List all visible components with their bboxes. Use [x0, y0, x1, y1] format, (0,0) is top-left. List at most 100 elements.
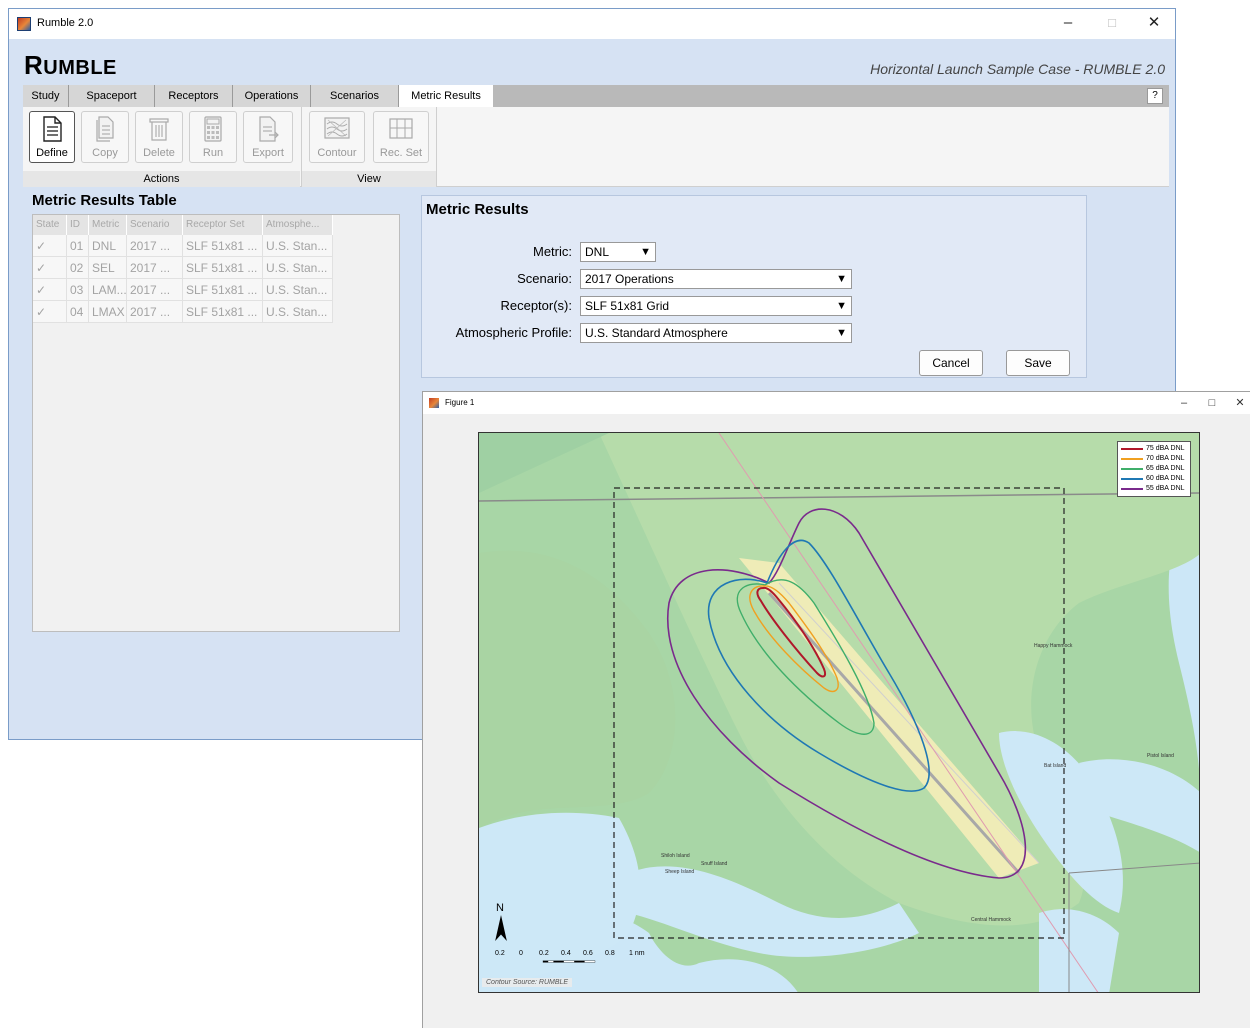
help-button[interactable]: ? [1147, 88, 1163, 104]
view-group-label: View [302, 171, 436, 187]
cell-id: 04 [67, 301, 89, 323]
cell-receptor-set: SLF 51x81 ... [183, 235, 263, 257]
noise-contour-map[interactable]: 75 dBA DNL 70 dBA DNL 65 dBA DNL 60 dBA … [478, 432, 1200, 993]
scale-label: 0.4 [561, 950, 571, 957]
case-title: Horizontal Launch Sample Case - RUMBLE 2… [870, 61, 1165, 77]
app-brand: RUMBLE [24, 50, 117, 81]
metric-dropdown[interactable]: DNL ▼ [580, 242, 656, 262]
delete-label: Delete [143, 147, 175, 159]
rec-set-button[interactable]: Rec. Set [373, 111, 429, 163]
metric-results-panel: Metric Results Metric: DNL ▼ Scenario: 2… [421, 195, 1087, 378]
chevron-down-icon: ▼ [836, 273, 847, 285]
cell-receptor-set: SLF 51x81 ... [183, 301, 263, 323]
legend-label: 70 dBA DNL [1146, 455, 1185, 462]
document-icon [43, 116, 62, 142]
atmospheric-profile-dropdown[interactable]: U.S. Standard Atmosphere ▼ [580, 323, 852, 343]
close-button[interactable]: ✕ [1139, 12, 1169, 34]
table-row[interactable]: ✓ 04 LMAX 2017 ... SLF 51x81 ... U.S. St… [33, 301, 399, 323]
tab-spaceport[interactable]: Spaceport [69, 85, 155, 107]
main-titlebar: Rumble 2.0 – □ ✕ [9, 9, 1175, 39]
table-row[interactable]: ✓ 02 SEL 2017 ... SLF 51x81 ... U.S. Sta… [33, 257, 399, 279]
tab-operations[interactable]: Operations [233, 85, 311, 107]
receptor-value: SLF 51x81 Grid [585, 299, 670, 313]
rec-set-label: Rec. Set [379, 147, 423, 159]
delete-button[interactable]: Delete [135, 111, 183, 163]
brand-rest: UMBLE [43, 57, 117, 79]
cell-atmosphere: U.S. Stan... [263, 279, 333, 301]
legend-item: 60 dBA DNL [1121, 474, 1187, 484]
legend-swatch [1121, 488, 1143, 490]
cell-id: 02 [67, 257, 89, 279]
brand-initial: R [24, 50, 44, 80]
figure-maximize-button[interactable]: □ [1201, 394, 1223, 412]
cell-scenario: 2017 ... [127, 301, 183, 323]
column-header-id[interactable]: ID [67, 215, 89, 235]
map-legend: 75 dBA DNL 70 dBA DNL 65 dBA DNL 60 dBA … [1117, 441, 1191, 497]
run-button[interactable]: Run [189, 111, 237, 163]
contour-button[interactable]: Contour [309, 111, 365, 163]
cell-state: ✓ [33, 257, 67, 279]
tab-bar: Study Spaceport Receptors Operations Sce… [23, 85, 1169, 107]
minimize-button[interactable]: – [1053, 12, 1083, 34]
export-document-icon [259, 116, 279, 142]
north-label: N [496, 902, 504, 914]
toolstrip-separator [436, 107, 437, 187]
copy-button[interactable]: Copy [81, 111, 129, 163]
matlab-app-icon [17, 17, 31, 31]
table-row[interactable]: ✓ 03 LAM... 2017 ... SLF 51x81 ... U.S. … [33, 279, 399, 301]
legend-swatch [1121, 478, 1143, 480]
export-label: Export [252, 147, 284, 159]
chevron-down-icon: ▼ [640, 246, 651, 258]
cell-atmosphere: U.S. Stan... [263, 235, 333, 257]
column-header-receptor-set[interactable]: Receptor Set [183, 215, 263, 235]
contour-label: Contour [317, 147, 357, 159]
scale-label: 0.6 [583, 950, 593, 957]
matlab-figure-icon [429, 398, 439, 408]
chevron-down-icon: ▼ [836, 300, 847, 312]
tab-metric-results[interactable]: Metric Results [399, 85, 493, 107]
cancel-button[interactable]: Cancel [919, 350, 983, 376]
receptor-label: Receptor(s): [500, 298, 572, 313]
scale-bar-icon [542, 960, 596, 963]
metric-results-table[interactable]: State ID Metric Scenario Receptor Set At… [32, 214, 400, 632]
map-place-label: Happy Hammock [1034, 643, 1073, 649]
tab-receptors[interactable]: Receptors [155, 85, 233, 107]
cell-receptor-set: SLF 51x81 ... [183, 279, 263, 301]
legend-label: 75 dBA DNL [1146, 445, 1185, 452]
scenario-value: 2017 Operations [585, 272, 674, 286]
scale-label: 1 nm [629, 950, 645, 957]
map-place-label: Central Hammock [971, 917, 1012, 923]
figure-minimize-button[interactable]: – [1173, 394, 1195, 412]
save-button[interactable]: Save [1006, 350, 1070, 376]
legend-label: 55 dBA DNL [1146, 485, 1185, 492]
toolstrip: Define Copy Delete Run Export Contour Re… [23, 107, 1169, 187]
panel-title: Metric Results [426, 201, 529, 218]
figure-close-button[interactable]: ✕ [1229, 394, 1250, 412]
tab-study[interactable]: Study [23, 85, 69, 107]
export-button[interactable]: Export [243, 111, 293, 163]
cell-atmosphere: U.S. Stan... [263, 257, 333, 279]
chevron-down-icon: ▼ [836, 327, 847, 339]
maximize-button[interactable]: □ [1097, 12, 1127, 34]
scale-label: 0.2 [539, 950, 549, 957]
cell-atmosphere: U.S. Stan... [263, 301, 333, 323]
column-header-atmosphere[interactable]: Atmosphe... [263, 215, 333, 235]
legend-item: 75 dBA DNL [1121, 444, 1187, 454]
receptor-dropdown[interactable]: SLF 51x81 Grid ▼ [580, 296, 852, 316]
cell-state: ✓ [33, 235, 67, 257]
copy-document-icon [96, 116, 114, 142]
cell-receptor-set: SLF 51x81 ... [183, 257, 263, 279]
tab-scenarios[interactable]: Scenarios [311, 85, 399, 107]
column-header-state[interactable]: State [33, 215, 67, 235]
cell-scenario: 2017 ... [127, 257, 183, 279]
scenario-dropdown[interactable]: 2017 Operations ▼ [580, 269, 852, 289]
table-row[interactable]: ✓ 01 DNL 2017 ... SLF 51x81 ... U.S. Sta… [33, 235, 399, 257]
legend-swatch [1121, 468, 1143, 470]
figure-title: Figure 1 [445, 398, 475, 407]
column-header-scenario[interactable]: Scenario [127, 215, 183, 235]
trash-icon [149, 118, 169, 141]
define-button[interactable]: Define [29, 111, 75, 163]
column-header-metric[interactable]: Metric [89, 215, 127, 235]
cell-metric: LMAX [89, 301, 127, 323]
contour-map-icon [324, 117, 350, 139]
